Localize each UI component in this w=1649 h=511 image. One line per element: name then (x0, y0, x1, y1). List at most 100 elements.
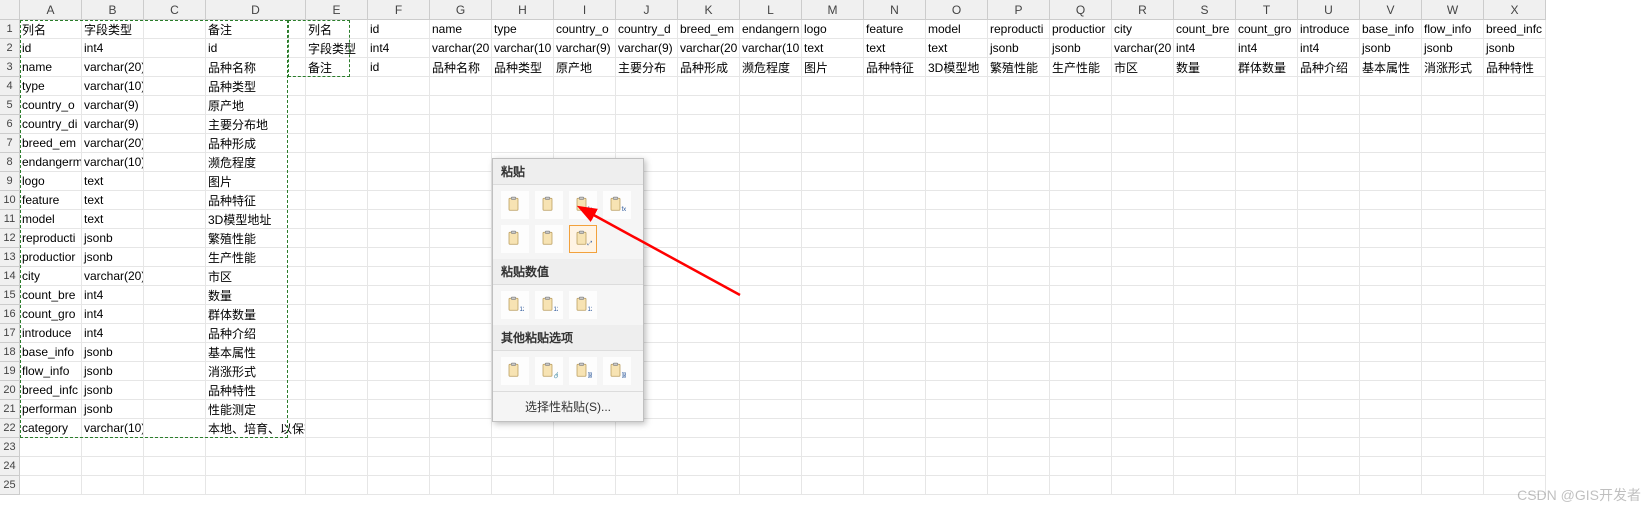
cell[interactable] (988, 343, 1050, 362)
paste-transpose-icon[interactable]: ⤢ (569, 225, 597, 253)
cell[interactable] (1112, 419, 1174, 438)
row-header[interactable]: 4 (0, 77, 20, 96)
cell[interactable] (1298, 172, 1360, 191)
cell[interactable] (144, 324, 206, 343)
cell[interactable]: breed_em (678, 20, 740, 39)
cell[interactable] (988, 324, 1050, 343)
cell[interactable] (1112, 229, 1174, 248)
cell[interactable] (1112, 286, 1174, 305)
cell[interactable] (1360, 96, 1422, 115)
cell[interactable] (82, 476, 144, 495)
cell[interactable]: count_gro (20, 305, 82, 324)
cell[interactable] (1174, 343, 1236, 362)
cell[interactable] (1298, 96, 1360, 115)
cell[interactable] (926, 400, 988, 419)
cell[interactable] (864, 115, 926, 134)
cell[interactable] (368, 419, 430, 438)
cell[interactable] (1112, 77, 1174, 96)
cell[interactable] (988, 400, 1050, 419)
cell[interactable]: flow_info (1422, 20, 1484, 39)
cell[interactable]: count_gro (1236, 20, 1298, 39)
cell[interactable] (1050, 476, 1112, 495)
cell[interactable] (926, 229, 988, 248)
cell[interactable] (306, 96, 368, 115)
cell[interactable] (1050, 400, 1112, 419)
cell[interactable] (926, 324, 988, 343)
cell[interactable] (1236, 305, 1298, 324)
cell[interactable]: 品种名称 (430, 58, 492, 77)
cell[interactable] (740, 343, 802, 362)
cell[interactable] (1050, 419, 1112, 438)
cell[interactable] (616, 438, 678, 457)
column-header[interactable]: N (864, 0, 926, 20)
cell[interactable]: introduce (20, 324, 82, 343)
cell[interactable] (144, 39, 206, 58)
cell[interactable] (740, 476, 802, 495)
cell[interactable] (1360, 381, 1422, 400)
cell[interactable] (1236, 324, 1298, 343)
cell[interactable]: 字段类型 (306, 39, 368, 58)
cell[interactable] (1298, 343, 1360, 362)
row-header[interactable]: 18 (0, 343, 20, 362)
row-header[interactable]: 1 (0, 20, 20, 39)
cell[interactable]: 原产地 (554, 58, 616, 77)
cell[interactable]: breed_infc (20, 381, 82, 400)
cell[interactable]: jsonb (82, 362, 144, 381)
cell[interactable] (1484, 134, 1546, 153)
cell[interactable] (1174, 191, 1236, 210)
cell[interactable]: jsonb (82, 343, 144, 362)
cell[interactable]: int4 (82, 324, 144, 343)
cell[interactable] (740, 134, 802, 153)
column-header[interactable]: C (144, 0, 206, 20)
cell[interactable] (864, 457, 926, 476)
cell[interactable] (1236, 210, 1298, 229)
cell[interactable] (554, 115, 616, 134)
cell[interactable] (1484, 229, 1546, 248)
cell[interactable]: 基本属性 (206, 343, 306, 362)
cell[interactable] (802, 457, 864, 476)
cell[interactable] (1360, 134, 1422, 153)
cell[interactable] (616, 134, 678, 153)
cell[interactable]: jsonb (1050, 39, 1112, 58)
cell[interactable] (864, 96, 926, 115)
cell[interactable] (1236, 362, 1298, 381)
cell[interactable] (1298, 248, 1360, 267)
cell[interactable] (740, 229, 802, 248)
cell[interactable]: 品种特性 (1484, 58, 1546, 77)
cell[interactable] (740, 400, 802, 419)
cell[interactable] (1422, 248, 1484, 267)
cell[interactable] (678, 438, 740, 457)
cell[interactable]: 备注 (206, 20, 306, 39)
cell[interactable]: 品种介绍 (1298, 58, 1360, 77)
cell[interactable]: name (20, 58, 82, 77)
cell[interactable]: 生产性能 (206, 248, 306, 267)
cell[interactable] (740, 457, 802, 476)
cell[interactable] (740, 77, 802, 96)
cell[interactable] (926, 476, 988, 495)
cell[interactable] (1484, 343, 1546, 362)
cell[interactable]: 市区 (206, 267, 306, 286)
cell[interactable] (1112, 476, 1174, 495)
cell[interactable] (1050, 248, 1112, 267)
cell[interactable]: varchar(20 (430, 39, 492, 58)
cell[interactable] (1298, 286, 1360, 305)
cell[interactable]: 3D模型地址 (206, 210, 306, 229)
cell[interactable] (802, 419, 864, 438)
cell[interactable] (988, 286, 1050, 305)
cell[interactable] (802, 248, 864, 267)
column-header[interactable]: O (926, 0, 988, 20)
cell[interactable] (1484, 286, 1546, 305)
paste-picture-icon[interactable]: 🖼 (569, 357, 597, 385)
cell[interactable]: varchar(10) (82, 153, 144, 172)
column-header[interactable]: J (616, 0, 678, 20)
cell[interactable]: 本地、培育、以保存 (206, 419, 306, 438)
cell[interactable] (554, 457, 616, 476)
cell[interactable] (1236, 115, 1298, 134)
cell[interactable] (144, 476, 206, 495)
cell[interactable] (306, 324, 368, 343)
cell[interactable] (678, 267, 740, 286)
cell[interactable] (144, 77, 206, 96)
cell[interactable] (988, 305, 1050, 324)
cell[interactable] (1236, 400, 1298, 419)
cell[interactable] (430, 210, 492, 229)
